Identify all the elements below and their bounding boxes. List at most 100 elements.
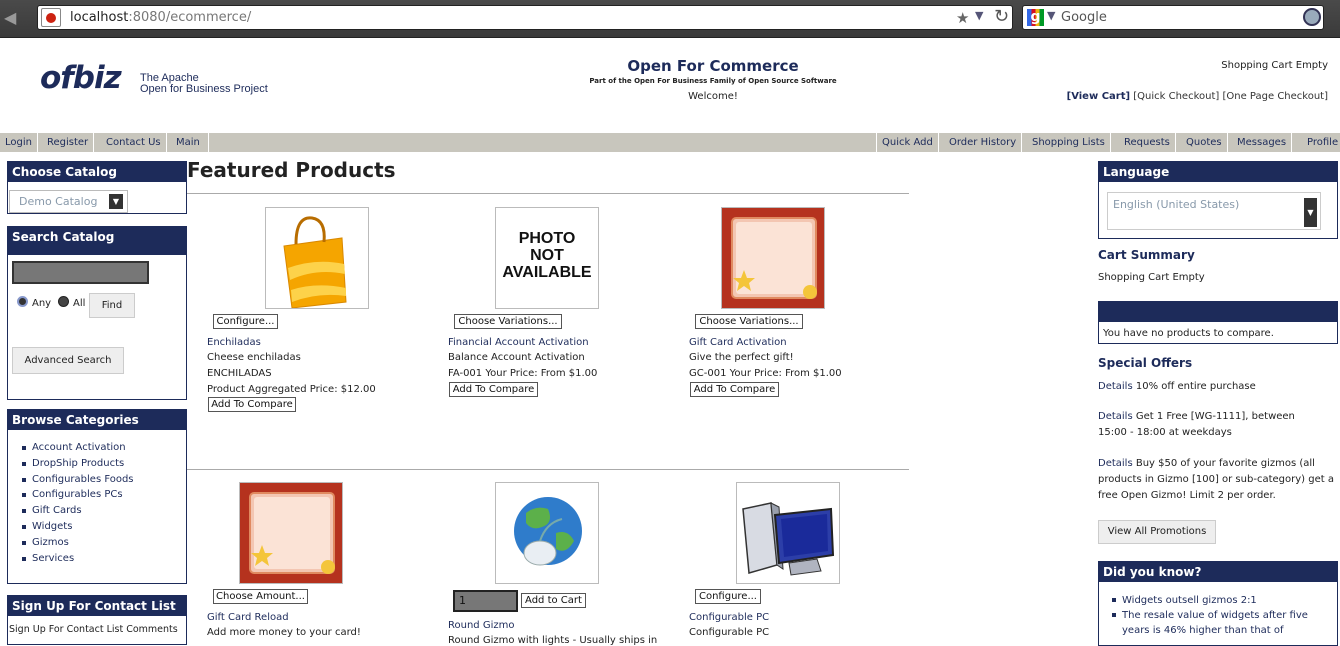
product-image-gift-card[interactable] [721, 207, 825, 309]
choose-catalog-box: Choose Catalog Demo Catalog ▼ [7, 161, 187, 214]
category-item[interactable]: Configurables PCs [22, 487, 134, 503]
cart-status: Shopping Cart Empty [1221, 60, 1328, 71]
product-desc: Give the perfect gift! [689, 352, 794, 363]
add-to-cart-button[interactable]: Add to Cart [521, 593, 586, 608]
product-name[interactable]: Configurable PC [689, 612, 769, 623]
divider [187, 193, 909, 194]
catalog-select[interactable]: Demo Catalog ▼ [9, 190, 128, 213]
select-arrow-icon[interactable]: ▼ [109, 194, 123, 209]
all-radio[interactable] [58, 296, 69, 307]
advanced-search-button[interactable]: Advanced Search [12, 347, 124, 374]
product-desc: Add more money to your card! [207, 627, 361, 638]
browse-categories-title: Browse Categories [8, 410, 186, 430]
signup-title: Sign Up For Contact List [8, 596, 186, 616]
quick-checkout-link[interactable]: [Quick Checkout] [1133, 91, 1219, 102]
chevron-down-icon[interactable]: ▼ [975, 9, 983, 22]
nav-contact-us[interactable]: Contact Us [101, 133, 167, 152]
choose-variations-button[interactable]: Choose Variations... [695, 314, 803, 329]
add-to-compare-button[interactable]: Add To Compare [690, 382, 779, 397]
google-engine-icon[interactable]: g [1027, 9, 1044, 26]
site-title: Open For Commerce [627, 57, 799, 75]
product-name[interactable]: Financial Account Activation [448, 337, 589, 348]
nav-order-history[interactable]: Order History [944, 133, 1023, 152]
did-you-know-title: Did you know? [1099, 562, 1337, 582]
category-item[interactable]: Gizmos [22, 535, 134, 551]
browser-search-bar[interactable]: g ▼ Google [1022, 5, 1324, 30]
offer-details-link[interactable]: Details [1098, 381, 1133, 392]
select-arrow-icon[interactable]: ▼ [1304, 198, 1317, 227]
product-price: FA-001 Your Price: From $1.00 [448, 368, 598, 379]
list-item[interactable]: The resale value of widgets after five y… [1112, 608, 1332, 638]
choose-variations-button[interactable]: Choose Variations... [454, 314, 562, 329]
offer-item: Details Get 1 Free [WG-1111], between 15… [1098, 411, 1295, 438]
any-radio[interactable] [17, 296, 28, 307]
search-placeholder: Google [1061, 10, 1107, 25]
choose-amount-button[interactable]: Choose Amount... [213, 589, 308, 604]
search-input[interactable] [12, 261, 149, 284]
product-name[interactable]: Gift Card Reload [207, 612, 289, 623]
configure-button[interactable]: Configure... [213, 314, 278, 329]
back-arrow-icon[interactable]: ◀ [4, 8, 28, 28]
category-item[interactable]: DropShip Products [22, 456, 134, 472]
category-item[interactable]: Widgets [22, 519, 134, 535]
product-desc: Balance Account Activation [448, 352, 585, 363]
nav-quotes[interactable]: Quotes [1181, 133, 1228, 152]
divider [187, 469, 909, 470]
nav-requests[interactable]: Requests [1119, 133, 1176, 152]
quantity-input[interactable]: 1 [453, 590, 518, 612]
offer-details-link[interactable]: Details [1098, 458, 1133, 469]
add-to-compare-button[interactable]: Add To Compare [208, 397, 296, 412]
product-image-configurable-pc[interactable] [736, 482, 840, 584]
search-icon[interactable] [1303, 8, 1321, 26]
bookmark-star-icon[interactable]: ★ [956, 9, 969, 27]
welcome-text: Welcome! [688, 91, 738, 102]
category-item[interactable]: Gift Cards [22, 503, 134, 519]
cart-summary-text: Shopping Cart Empty [1098, 272, 1205, 283]
category-item[interactable]: Account Activation [22, 440, 134, 456]
browser-toolbar: ◀ localhost:8080/ecommerce/ ★ ▼ ↻ g ▼ Go… [0, 0, 1340, 38]
category-item[interactable]: Services [22, 551, 134, 567]
address-bar[interactable]: localhost:8080/ecommerce/ ★ ▼ ↻ [37, 5, 1013, 30]
nav-register[interactable]: Register [42, 133, 95, 152]
category-item[interactable]: Configurables Foods [22, 472, 134, 488]
view-cart-link[interactable]: [View Cart] [1067, 91, 1130, 102]
view-all-promotions-button[interactable]: View All Promotions [1098, 520, 1216, 544]
nav-quick-add[interactable]: Quick Add [876, 133, 939, 152]
offer-item: Details Buy $50 of your favorite gizmos … [1098, 458, 1334, 501]
add-to-compare-button[interactable]: Add To Compare [449, 382, 538, 397]
nav-messages[interactable]: Messages [1232, 133, 1293, 152]
globe-mouse-icon [514, 497, 582, 566]
ofbiz-logo[interactable]: ofbiz The Apache Open for Business Projec… [40, 60, 270, 102]
reload-icon[interactable]: ↻ [994, 6, 1009, 27]
product-name[interactable]: Gift Card Activation [689, 337, 787, 348]
cart-links: [View Cart] [Quick Checkout] [One Page C… [1067, 91, 1328, 102]
language-box: Language English (United States) ▼ [1098, 161, 1338, 239]
find-button[interactable]: Find [89, 293, 135, 318]
nav-main[interactable]: Main [171, 133, 209, 152]
shopping-bag-icon [283, 216, 347, 308]
offer-details-link[interactable]: Details [1098, 411, 1133, 422]
language-select[interactable]: English (United States) ▼ [1107, 192, 1321, 230]
did-you-know-list: Widgets outsell gizmos 2:1 The resale va… [1112, 593, 1332, 638]
choose-catalog-title: Choose Catalog [8, 162, 186, 182]
computer-icon [742, 502, 835, 576]
product-image-gift-card-reload[interactable] [239, 482, 343, 584]
did-you-know-box: Did you know? Widgets outsell gizmos 2:1… [1098, 561, 1338, 646]
category-list: Account Activation DropShip Products Con… [22, 440, 134, 566]
nav-login[interactable]: Login [0, 133, 38, 152]
one-page-checkout-link[interactable]: [One Page Checkout] [1222, 91, 1328, 102]
url-text: localhost:8080/ecommerce/ [70, 10, 252, 25]
product-image-enchiladas[interactable] [265, 207, 369, 309]
product-image-round-gizmo[interactable] [495, 482, 599, 584]
browse-categories-box: Browse Categories Account Activation Dro… [7, 409, 187, 584]
product-name[interactable]: Round Gizmo [448, 620, 514, 631]
nav-profile[interactable]: Profile [1302, 133, 1340, 152]
list-item[interactable]: Widgets outsell gizmos 2:1 [1112, 593, 1332, 608]
configure-button[interactable]: Configure... [695, 589, 761, 604]
engine-dropdown-icon[interactable]: ▼ [1047, 9, 1055, 22]
nav-shopping-lists[interactable]: Shopping Lists [1027, 133, 1111, 152]
cart-summary-title: Cart Summary [1098, 248, 1195, 262]
product-image-financial-account[interactable]: PHOTO NOT AVAILABLE [495, 207, 599, 309]
main-nav: Login Register Contact Us Main Quick Add… [0, 133, 1340, 152]
product-name[interactable]: Enchiladas [207, 337, 261, 348]
